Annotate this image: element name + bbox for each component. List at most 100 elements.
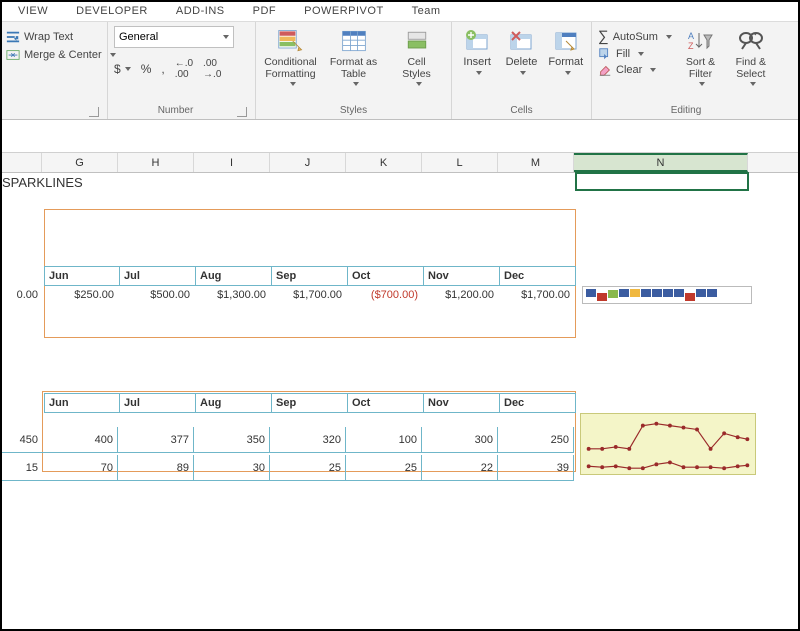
t2-r1-aug[interactable]: 350	[194, 427, 270, 453]
title-cell[interactable]: SPARKLINES	[0, 173, 83, 191]
format-cells-button[interactable]: Format	[547, 26, 585, 75]
tab-addins[interactable]: ADD-INS	[176, 5, 225, 17]
fill-button[interactable]: Fill	[598, 47, 673, 61]
t1-edge[interactable]: 0.00	[0, 286, 42, 304]
t1-h-oct[interactable]: Oct	[348, 266, 424, 286]
percent-button[interactable]: %	[141, 62, 152, 76]
number-format-value: General	[119, 31, 158, 43]
sparkline-line-area[interactable]	[580, 413, 756, 475]
chevron-down-icon	[290, 82, 296, 86]
t2-r2-edge[interactable]: 15	[0, 455, 42, 481]
t2-r2-jun[interactable]: 70	[42, 455, 118, 481]
t2-h-jul[interactable]: Jul	[120, 393, 196, 413]
tab-pdf[interactable]: PDF	[253, 5, 277, 17]
dialog-launcher-icon[interactable]	[237, 107, 247, 117]
group-cells-label: Cells	[458, 103, 585, 119]
group-editing-label: Editing	[598, 103, 774, 119]
conditional-formatting-label: Conditional Formatting	[264, 56, 317, 80]
conditional-formatting-button[interactable]: Conditional Formatting	[262, 26, 319, 86]
tab-view[interactable]: VIEW	[18, 5, 48, 17]
t2-h-jun[interactable]: Jun	[44, 393, 120, 413]
t2-r2-oct[interactable]: 25	[346, 455, 422, 481]
column-headers: G H I J K L M N	[0, 153, 800, 173]
increase-decimal-button[interactable]: ←.0.00	[175, 58, 193, 80]
t1-oct[interactable]: ($700.00)	[346, 286, 422, 304]
col-header-n[interactable]: N	[574, 153, 748, 172]
ribbon-tabs: VIEW DEVELOPER ADD-INS PDF POWERPIVOT Te…	[0, 0, 800, 22]
dialog-launcher-icon[interactable]	[89, 107, 99, 117]
chevron-down-icon	[565, 71, 571, 75]
t2-r2-jul[interactable]: 89	[118, 455, 194, 481]
t2-h-oct[interactable]: Oct	[348, 393, 424, 413]
col-header-edge[interactable]	[0, 153, 42, 172]
t2-r1-sep[interactable]: 320	[270, 427, 346, 453]
cell-styles-button[interactable]: Cell Styles	[388, 26, 445, 86]
t2-r1-jul[interactable]: 377	[118, 427, 194, 453]
chevron-down-icon	[520, 71, 526, 75]
t2-r1-oct[interactable]: 100	[346, 427, 422, 453]
t1-h-jul[interactable]: Jul	[120, 266, 196, 286]
t2-r2-sep[interactable]: 25	[270, 455, 346, 481]
insert-cells-button[interactable]: Insert	[458, 26, 496, 75]
t1-jul[interactable]: $500.00	[118, 286, 194, 304]
t2-h-dec[interactable]: Dec	[500, 393, 576, 413]
autosum-button[interactable]: ∑ AutoSum	[598, 28, 673, 45]
svg-text:Z: Z	[688, 41, 694, 51]
t2-r2-nov[interactable]: 22	[422, 455, 498, 481]
decrease-decimal-button[interactable]: .00→.0	[203, 58, 221, 80]
group-alignment: Wrap Text Merge & Center	[0, 22, 108, 119]
col-header-k[interactable]: K	[346, 153, 422, 172]
col-header-g[interactable]: G	[42, 153, 118, 172]
t1-jun[interactable]: $250.00	[42, 286, 118, 304]
col-header-m[interactable]: M	[498, 153, 574, 172]
t2-h-nov[interactable]: Nov	[424, 393, 500, 413]
selection-outline	[575, 172, 749, 191]
delete-cells-button[interactable]: Delete	[502, 26, 540, 75]
t2-h-sep[interactable]: Sep	[272, 393, 348, 413]
chevron-down-icon	[650, 68, 656, 72]
format-label: Format	[548, 56, 583, 69]
col-header-h[interactable]: H	[118, 153, 194, 172]
t1-sep[interactable]: $1,700.00	[270, 286, 346, 304]
currency-button[interactable]: $	[114, 62, 131, 76]
sparkline-winloss[interactable]	[582, 286, 752, 304]
t2-r2-dec[interactable]: 39	[498, 455, 574, 481]
t2-r1-nov[interactable]: 300	[422, 427, 498, 453]
t1-h-aug[interactable]: Aug	[196, 266, 272, 286]
find-select-button[interactable]: Find & Select	[728, 26, 774, 86]
tab-team[interactable]: Team	[412, 5, 441, 17]
chevron-down-icon	[353, 82, 359, 86]
svg-text:A: A	[688, 31, 694, 41]
col-header-l[interactable]: L	[422, 153, 498, 172]
clear-button[interactable]: Clear	[598, 63, 673, 77]
tab-powerpivot[interactable]: POWERPIVOT	[304, 5, 384, 17]
t1-h-jun[interactable]: Jun	[44, 266, 120, 286]
chevron-down-icon	[223, 35, 229, 39]
autosum-label: AutoSum	[613, 31, 658, 43]
find-select-label: Find & Select	[736, 56, 766, 80]
t1-aug[interactable]: $1,300.00	[194, 286, 270, 304]
number-format-select[interactable]: General	[114, 26, 234, 48]
col-header-i[interactable]: I	[194, 153, 270, 172]
t2-r1-edge[interactable]: 450	[0, 427, 42, 453]
t1-dec[interactable]: $1,700.00	[498, 286, 574, 304]
t2-r2-aug[interactable]: 30	[194, 455, 270, 481]
t1-h-sep[interactable]: Sep	[272, 266, 348, 286]
merge-center-button[interactable]: Merge & Center	[6, 48, 116, 62]
t1-h-dec[interactable]: Dec	[500, 266, 576, 286]
t2-r1-dec[interactable]: 250	[498, 427, 574, 453]
chevron-down-icon	[699, 82, 705, 86]
chevron-down-icon	[416, 82, 422, 86]
tab-developer[interactable]: DEVELOPER	[76, 5, 148, 17]
sort-filter-button[interactable]: AZ Sort & Filter	[677, 26, 723, 86]
format-as-table-button[interactable]: Format as Table	[325, 26, 382, 86]
wrap-text-button[interactable]: Wrap Text	[6, 30, 116, 44]
t2-r1-jun[interactable]: 400	[42, 427, 118, 453]
t1-h-nov[interactable]: Nov	[424, 266, 500, 286]
comma-button[interactable]: ,	[161, 62, 164, 76]
t2-h-aug[interactable]: Aug	[196, 393, 272, 413]
cell-styles-label: Cell Styles	[402, 56, 431, 80]
fill-label: Fill	[616, 48, 630, 60]
col-header-j[interactable]: J	[270, 153, 346, 172]
t1-nov[interactable]: $1,200.00	[422, 286, 498, 304]
